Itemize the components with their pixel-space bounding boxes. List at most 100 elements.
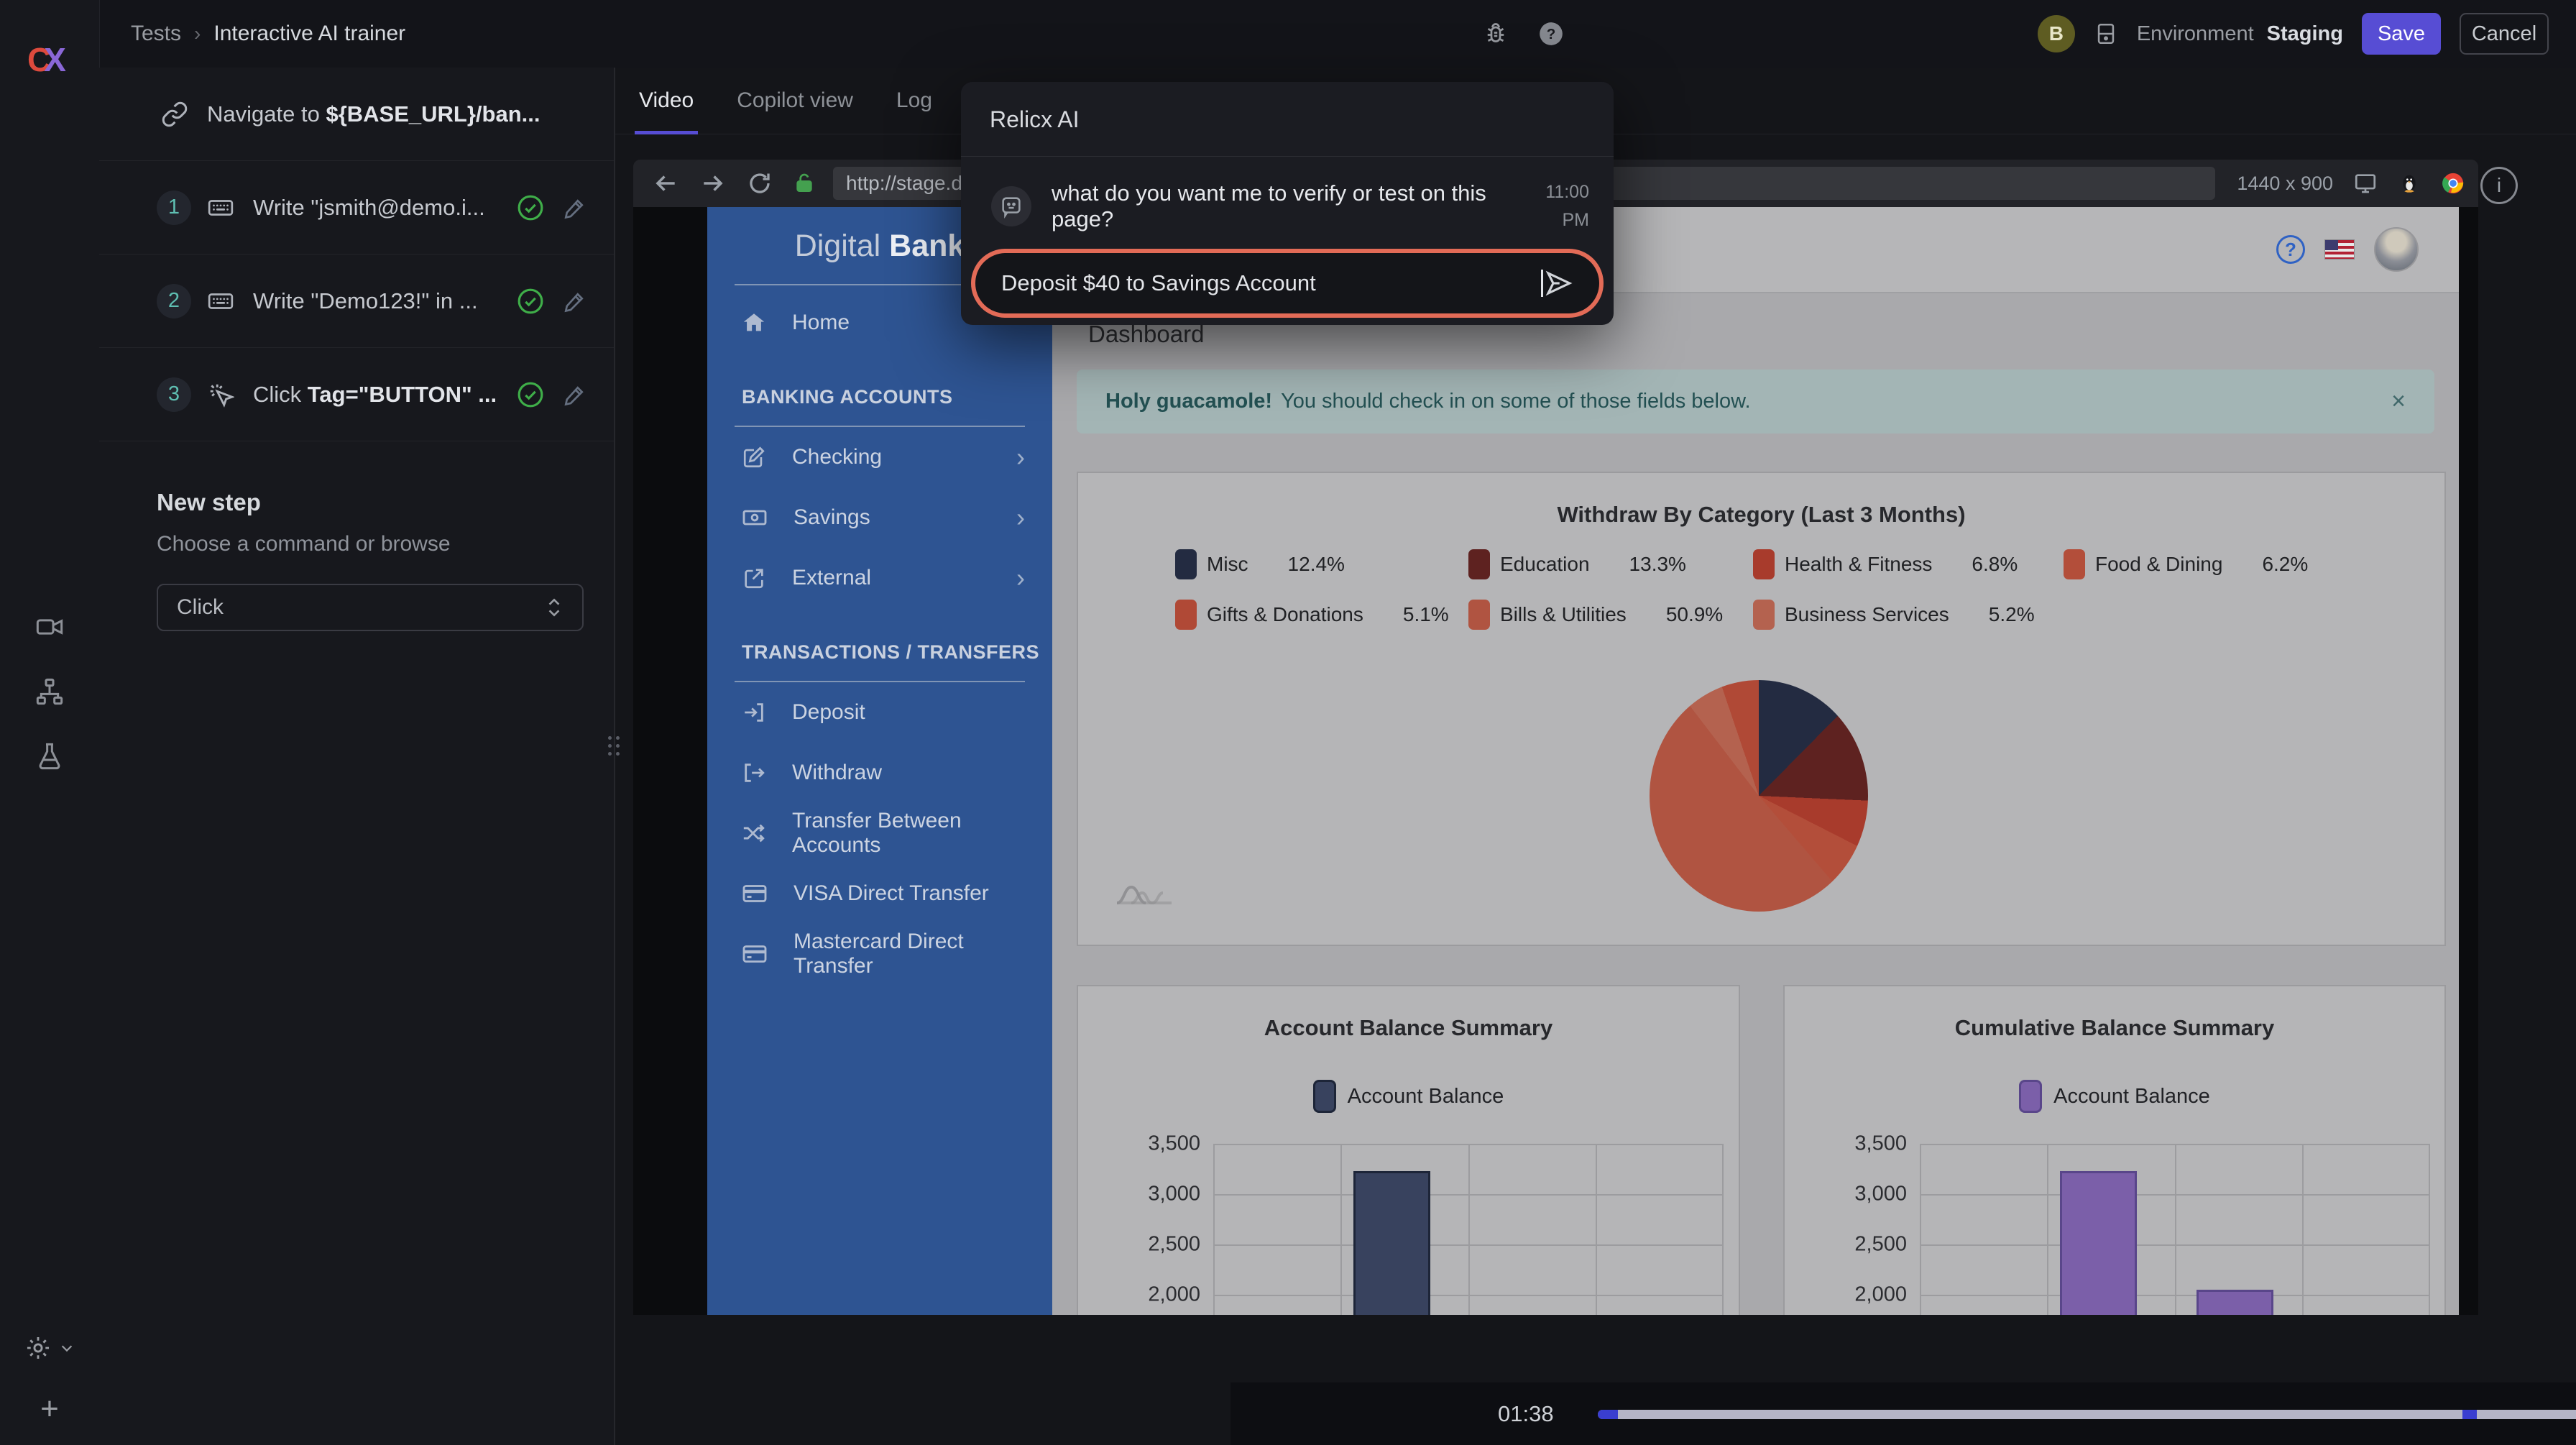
flask-icon[interactable] xyxy=(35,742,64,771)
withdraw-category-card: Withdraw By Category (Last 3 Months) Mis… xyxy=(1077,472,2446,946)
new-step-subtitle: Choose a command or browse xyxy=(157,532,585,556)
linux-icon xyxy=(2398,172,2421,195)
breadcrumb: Tests › Interactive AI trainer xyxy=(131,22,405,46)
back-icon[interactable] xyxy=(652,170,679,197)
chat-bot-icon xyxy=(991,186,1031,226)
credit-card-icon xyxy=(742,941,768,967)
step-navigate[interactable]: Navigate to ${BASE_URL}/ban... xyxy=(99,68,614,161)
chat-input[interactable]: Deposit $40 to Savings Account xyxy=(971,249,1604,318)
gear-icon[interactable] xyxy=(24,1334,52,1362)
step-navigate-target: ${BASE_URL}/ban... xyxy=(326,101,540,127)
bank-help-icon[interactable]: ? xyxy=(2276,235,2305,264)
lock-open-icon xyxy=(793,172,816,195)
us-flag-icon[interactable] xyxy=(2325,240,2354,259)
step-row-2[interactable]: 2 Write "Demo123!" in ... xyxy=(99,254,614,348)
new-step-title: New step xyxy=(157,489,585,516)
logo-letter-x: X xyxy=(44,41,65,78)
sitemap-icon[interactable] xyxy=(35,677,64,706)
bar-chart-legend: Account Balance xyxy=(1078,1080,1739,1113)
link-icon xyxy=(161,101,188,128)
test-steps-panel: Navigate to ${BASE_URL}/ban... 1 Write "… xyxy=(99,68,615,1445)
viewport-resolution: 1440 x 900 xyxy=(2237,173,2333,195)
bank-nav-transfer[interactable]: Transfer Between Accounts xyxy=(707,803,1052,863)
sparkline-icon xyxy=(1116,880,1173,910)
video-frame[interactable]: Digital Bank Home BANKING ACCOUNTS Check… xyxy=(633,207,2478,1315)
monitor-icon xyxy=(2353,171,2378,196)
tab-video[interactable]: Video xyxy=(639,68,694,134)
step-label: Write "jsmith@demo.i... xyxy=(253,195,485,220)
relicx-ai-dialog: Relicx AI what do you want me to verify … xyxy=(961,82,1614,325)
user-avatar[interactable]: B xyxy=(2038,15,2075,52)
check-circle-icon xyxy=(516,287,545,316)
video-camera-icon[interactable] xyxy=(35,613,64,641)
help-icon[interactable]: ? xyxy=(1537,20,1565,47)
step-number: 1 xyxy=(157,191,191,225)
reload-icon[interactable] xyxy=(747,170,773,196)
bug-icon[interactable] xyxy=(1483,21,1509,47)
cancel-button[interactable]: Cancel xyxy=(2460,13,2549,55)
bank-app: Digital Bank Home BANKING ACCOUNTS Check… xyxy=(707,207,2459,1315)
pie-chart xyxy=(1650,680,1868,912)
forward-icon[interactable] xyxy=(699,170,727,197)
environment-value[interactable]: Staging xyxy=(2267,22,2343,46)
edit-pencil-icon[interactable] xyxy=(562,382,588,408)
bank-user-avatar[interactable] xyxy=(2374,227,2419,272)
bank-nav-checking[interactable]: Checking› xyxy=(707,427,1052,487)
legend-swatch xyxy=(1753,600,1775,630)
legend-swatch xyxy=(1175,549,1197,579)
bar-account-balance xyxy=(2060,1171,2137,1315)
alert-close-icon[interactable]: × xyxy=(2391,387,2406,416)
legend-swatch xyxy=(2064,549,2085,579)
legend-swatch xyxy=(1313,1080,1336,1113)
step-label: Click xyxy=(253,382,301,407)
bar-chart-legend: Account Balance xyxy=(1785,1080,2444,1113)
edit-pencil-icon[interactable] xyxy=(562,288,588,314)
send-icon[interactable] xyxy=(1543,268,1573,298)
step-number: 2 xyxy=(157,284,191,318)
save-button[interactable]: Save xyxy=(2362,13,2441,55)
chrome-icon xyxy=(2441,171,2465,196)
command-select-value: Click xyxy=(177,595,224,620)
bank-nav-withdraw[interactable]: Withdraw xyxy=(707,743,1052,803)
step-label: Write "Demo123!" in ... xyxy=(253,288,478,313)
progress-event-marker[interactable] xyxy=(2462,1410,2477,1419)
edit-square-icon xyxy=(742,445,766,469)
step-row-1[interactable]: 1 Write "jsmith@demo.i... xyxy=(99,161,614,254)
step-row-3[interactable]: 3 Click Tag="BUTTON" ... xyxy=(99,348,614,441)
pie-legend: Misc12.4% Education13.3% Health & Fitnes… xyxy=(1175,549,2444,630)
alert-text: You should check in on some of those fie… xyxy=(1281,390,1750,413)
chevron-right-icon: › xyxy=(1016,444,1025,470)
edit-pencil-icon[interactable] xyxy=(562,195,588,221)
bar-plot: 3,500 3,000 2,500 2,000 xyxy=(1213,1144,1724,1315)
tab-copilot-view[interactable]: Copilot view xyxy=(737,68,853,134)
command-select[interactable]: Click xyxy=(157,584,584,631)
step-navigate-label: Navigate to xyxy=(207,101,320,127)
breadcrumb-separator: › xyxy=(194,22,201,45)
sign-out-icon xyxy=(742,761,766,785)
playback-progress-bar[interactable] xyxy=(1598,1410,2576,1419)
server-icon xyxy=(2094,22,2118,46)
bar-chart-title: Cumulative Balance Summary xyxy=(1785,1015,2444,1041)
credit-card-icon xyxy=(742,881,768,907)
assistant-message: what do you want me to verify or test on… xyxy=(1052,180,1532,232)
bank-nav-mastercard-transfer[interactable]: Mastercard Direct Transfer xyxy=(707,924,1052,984)
bank-sidebar: Digital Bank Home BANKING ACCOUNTS Check… xyxy=(707,207,1052,1315)
info-icon[interactable]: i xyxy=(2480,167,2518,204)
bank-nav-savings[interactable]: Savings› xyxy=(707,487,1052,548)
tab-log[interactable]: Log xyxy=(896,68,932,134)
app-logo[interactable]: CX xyxy=(27,40,65,79)
breadcrumb-tests-link[interactable]: Tests xyxy=(131,22,181,46)
chevron-right-icon: › xyxy=(1016,505,1025,531)
bank-nav-external[interactable]: External› xyxy=(707,548,1052,608)
alert-banner: Holy guacamole! You should check in on s… xyxy=(1077,370,2434,434)
chevron-down-icon[interactable] xyxy=(59,1340,75,1356)
panel-resize-handle[interactable] xyxy=(608,736,618,756)
legend-swatch xyxy=(2019,1080,2042,1113)
chat-input-value[interactable]: Deposit $40 to Savings Account xyxy=(1001,270,1540,296)
add-icon[interactable]: + xyxy=(40,1393,59,1425)
legend-swatch xyxy=(1753,549,1775,579)
bank-main: ? Dashboard Holy guacamole! You should c… xyxy=(1052,207,2459,1315)
bank-nav-deposit[interactable]: Deposit xyxy=(707,682,1052,743)
bank-nav-visa-transfer[interactable]: VISA Direct Transfer xyxy=(707,863,1052,924)
keyboard-icon xyxy=(207,288,234,315)
